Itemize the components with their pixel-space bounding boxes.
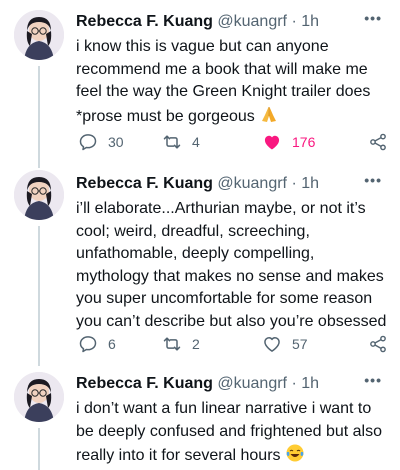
share-icon: [370, 133, 386, 151]
heart-filled-icon: [264, 135, 280, 150]
tweet-text-line: i don’t want a fun linear narrative i wa…: [76, 400, 372, 417]
tweet-text: i don’t want a fun linear narrative i wa…: [76, 398, 394, 468]
author-handle[interactable]: @kuangrf: [217, 13, 287, 30]
share-icon: [370, 335, 386, 353]
like-button[interactable]: 176: [262, 130, 315, 154]
like-count: 57: [292, 336, 308, 352]
tweet-text: i know this is vague but can anyone reco…: [76, 36, 394, 128]
tweet-text-line: mythology that makes no sense and makes: [76, 267, 384, 285]
retweet-icon: [163, 135, 181, 149]
tweet-text: i’ll elaborate...Arthurian maybe, or not…: [76, 198, 394, 333]
retweet-count: 4: [192, 134, 200, 150]
tweet-text-line: you can’t describe but also you’re obses…: [76, 312, 387, 330]
more-options-icon[interactable]: •••: [364, 372, 382, 388]
tears-of-joy-emoji: [286, 444, 304, 462]
thread-connector-line: [38, 428, 40, 470]
retweet-button[interactable]: 2: [162, 332, 200, 356]
folded-hands-emoji: [262, 106, 277, 122]
author-name[interactable]: Rebecca F. Kuang: [76, 13, 213, 30]
tweet-1[interactable]: Rebecca F. Kuang @kuangrf · 1h ••• i kno…: [0, 8, 400, 168]
reply-count: 6: [108, 336, 116, 352]
tweet-actions: 6 2 57: [76, 332, 392, 356]
author-name[interactable]: Rebecca F. Kuang: [76, 375, 213, 392]
thread-connector-line: [38, 66, 40, 168]
tweet-header: Rebecca F. Kuang @kuangrf · 1h: [76, 174, 319, 194]
more-options-icon[interactable]: •••: [364, 10, 382, 26]
tweet-3[interactable]: Rebecca F. Kuang @kuangrf · 1h ••• i don…: [0, 370, 400, 470]
tweet-text-line: unfathomable, deeply compelling,: [76, 245, 315, 262]
avatar[interactable]: [14, 10, 64, 60]
tweet-text-line: i know this is vague but can anyone: [76, 38, 329, 55]
tweet-actions: 30 4 176: [76, 130, 392, 154]
separator-dot: ·: [291, 175, 297, 192]
timestamp[interactable]: 1h: [301, 13, 319, 30]
tweet-text-line: you super uncomfortable for some reason: [76, 290, 373, 307]
like-button[interactable]: 57: [262, 332, 308, 356]
retweet-count: 2: [192, 336, 200, 352]
tweet-header: Rebecca F. Kuang @kuangrf · 1h: [76, 12, 319, 32]
share-button[interactable]: [368, 130, 388, 154]
separator-dot: ·: [291, 13, 297, 30]
tweet-text-line: i’ll elaborate...Arthurian maybe, or not…: [76, 200, 366, 217]
reply-count: 30: [108, 134, 124, 150]
tweet-text-line: recommend me a book that will make me: [76, 60, 368, 78]
share-button[interactable]: [368, 332, 388, 356]
author-name[interactable]: Rebecca F. Kuang: [76, 175, 213, 192]
tweet-text-line: *prose must be gorgeous: [76, 107, 255, 125]
avatar-photo-icon: [14, 372, 64, 422]
timestamp[interactable]: 1h: [301, 375, 319, 392]
avatar[interactable]: [14, 170, 64, 220]
tweet-text-line: really into it for several hours: [76, 447, 281, 464]
reply-button[interactable]: 30: [78, 130, 124, 154]
heart-outline-icon: [264, 337, 280, 352]
tweet-header: Rebecca F. Kuang @kuangrf · 1h: [76, 374, 319, 394]
timestamp[interactable]: 1h: [301, 175, 319, 192]
retweet-button[interactable]: 4: [162, 130, 200, 154]
like-count: 176: [292, 134, 316, 150]
reply-button[interactable]: 6: [78, 332, 116, 356]
retweet-icon: [163, 337, 181, 351]
avatar-photo-icon: [14, 170, 64, 220]
avatar-photo-icon: [14, 10, 64, 60]
separator-dot: ·: [291, 375, 297, 392]
avatar[interactable]: [14, 372, 64, 422]
reply-icon: [79, 336, 97, 353]
author-handle[interactable]: @kuangrf: [217, 175, 287, 192]
tweet-text-line: be deeply confused and frightened but al…: [76, 422, 383, 440]
tweet-2[interactable]: Rebecca F. Kuang @kuangrf · 1h ••• i’ll …: [0, 170, 400, 366]
thread-connector-line: [38, 226, 40, 366]
author-handle[interactable]: @kuangrf: [217, 375, 287, 392]
reply-icon: [79, 134, 97, 151]
tweet-text-line: cool; weird, dreadful, screeching,: [76, 222, 310, 240]
tweet-text-line: feel the way the Green Knight trailer do…: [76, 83, 371, 100]
more-options-icon[interactable]: •••: [364, 172, 382, 188]
